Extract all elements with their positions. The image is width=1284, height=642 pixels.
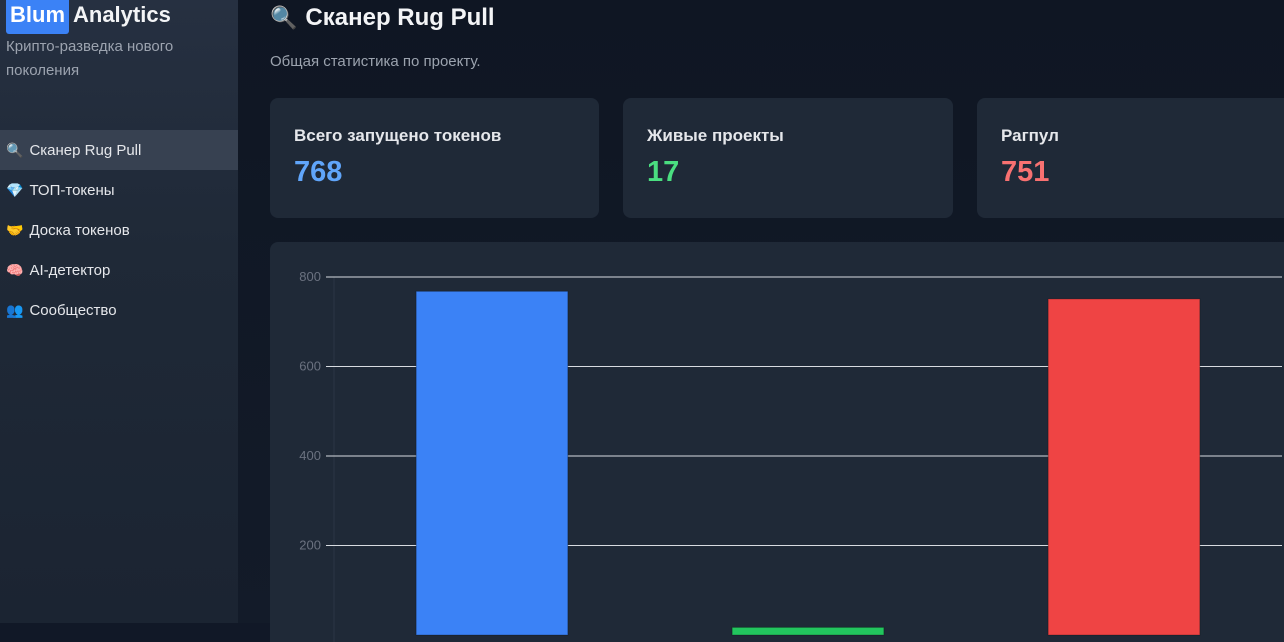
chart-bar	[1047, 298, 1201, 636]
stat-label: Живые проекты	[647, 126, 784, 145]
main-content: 🔍 Сканер Rug Pull Общая статистика по про…	[238, 0, 1284, 642]
brand-highlight: Blum	[6, 0, 69, 34]
page-title: 🔍 Сканер Rug Pull	[270, 4, 495, 32]
page-subtitle: Общая статистика по проекту.	[270, 53, 481, 70]
stat-label: Всего запущено токенов	[294, 126, 502, 145]
stat-label: Рагпул	[1001, 126, 1059, 145]
page-title-text: Сканер Rug Pull	[305, 4, 495, 31]
sidebar-item-label: Сообщество	[29, 301, 117, 319]
sidebar-item-rug-pull-scanner[interactable]: 🔍 Сканер Rug Pull	[0, 130, 238, 170]
sidebar-item-label: AI-детектор	[29, 261, 111, 279]
stat-value: 17	[647, 156, 680, 188]
chart-bar	[731, 626, 885, 636]
y-tick-label: 600	[299, 359, 321, 374]
stat-value: 768	[294, 156, 343, 188]
sidebar-item-top-tokens[interactable]: 💎 ТОП-токены	[0, 170, 238, 210]
magnifier-icon: 🔍	[6, 141, 24, 158]
bar-chart: 200 400 600 800	[299, 269, 1282, 642]
sidebar-item-label: ТОП-токены	[29, 181, 115, 199]
sidebar-item-label: Сканер Rug Pull	[29, 141, 142, 159]
brand-tagline: Крипто-разведка нового поколения	[6, 38, 174, 79]
people-icon: 👥	[6, 301, 24, 318]
stat-card-total-tokens: Всего запущено токенов 768	[270, 98, 599, 218]
brand-name: Analytics	[73, 2, 171, 27]
y-tick-label: 200	[299, 538, 321, 553]
y-tick-label: 800	[299, 269, 321, 284]
sidebar-item-token-board[interactable]: 🤝 Доска токенов	[0, 210, 238, 250]
brand-logo: Blum Analytics	[6, 0, 171, 34]
chart-panel: 200 400 600 800	[270, 242, 1284, 642]
y-tick-label: 400	[299, 448, 321, 463]
magnifier-icon: 🔍	[270, 5, 298, 30]
sidebar: Blum Analytics Крипто-разведка нового пок…	[0, 0, 238, 623]
stat-card-live-projects: Живые проекты 17	[623, 98, 953, 218]
stat-value: 751	[1001, 156, 1050, 188]
brain-icon: 🧠	[6, 261, 24, 278]
sidebar-item-ai-detector[interactable]: 🧠 AI-детектор	[0, 250, 238, 290]
gem-icon: 💎	[6, 181, 24, 198]
handshake-icon: 🤝	[6, 221, 24, 238]
sidebar-item-community[interactable]: 👥 Сообщество	[0, 290, 238, 330]
chart-bar	[415, 290, 569, 636]
stat-card-rugpull: Рагпул 751	[977, 98, 1284, 218]
sidebar-item-label: Доска токенов	[29, 221, 130, 239]
sidebar-nav: 🔍 Сканер Rug Pull 💎 ТОП-токены 🤝 Доска т…	[0, 130, 238, 330]
